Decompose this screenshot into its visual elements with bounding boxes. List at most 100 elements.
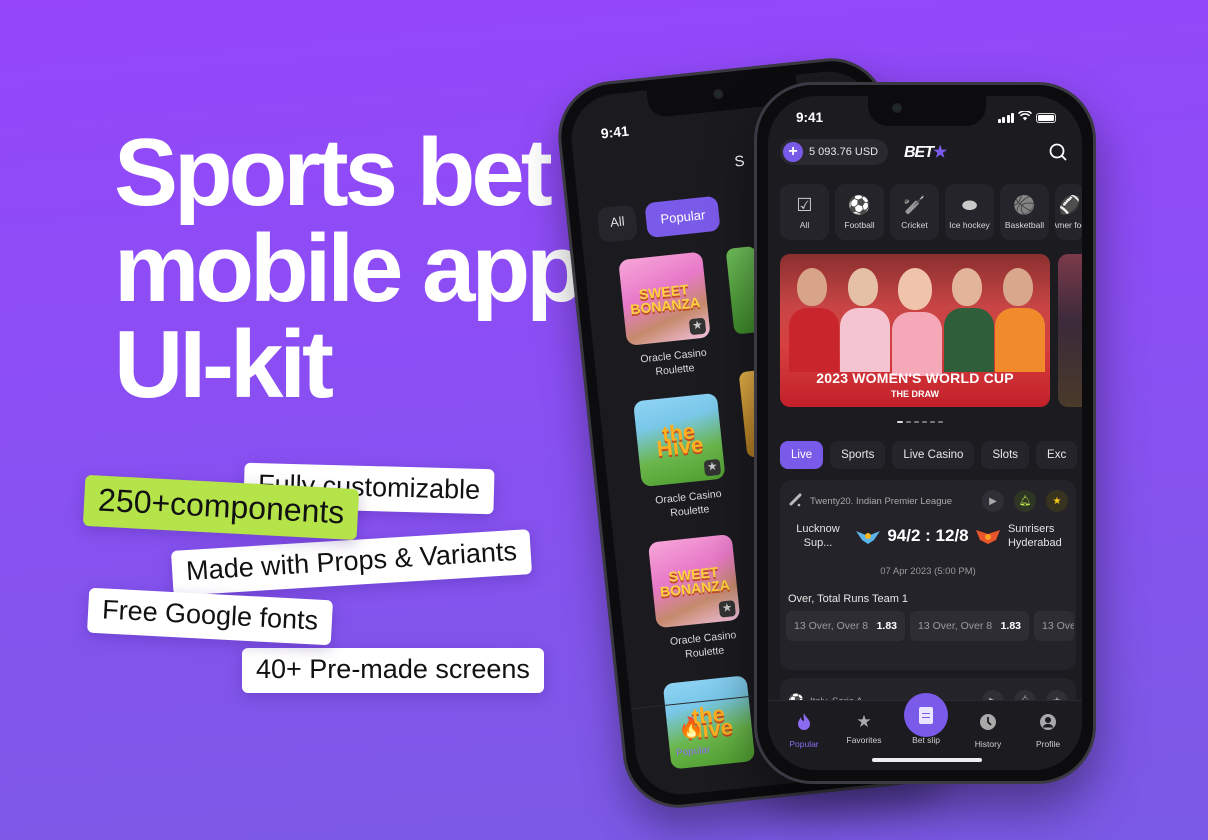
balance-amount: 5 093.76 USD xyxy=(809,146,879,158)
star-icon: ★ xyxy=(856,712,872,731)
tab-bet-slip[interactable]: . Bet slip xyxy=(896,693,956,745)
football-icon: ⚽ xyxy=(848,194,871,215)
game-label: Oracle Casino Roulette xyxy=(643,486,735,523)
sport-label: Football xyxy=(844,219,875,230)
receipt-icon xyxy=(919,706,933,724)
away-team: Sunrisers Hyderabad xyxy=(1008,522,1068,550)
carousel-dot-active[interactable] xyxy=(897,421,903,423)
game-label: Oracle Casino Roulette xyxy=(658,627,750,664)
play-button[interactable]: ▶ xyxy=(982,490,1004,512)
home-indicator[interactable] xyxy=(872,758,982,762)
game-thumb-text: the Hive xyxy=(655,418,705,462)
balance-pill[interactable]: + 5 093.76 USD xyxy=(780,139,889,165)
sport-label: Basketball xyxy=(1004,219,1045,230)
screen-title: S xyxy=(733,152,746,171)
tab-label: Profile xyxy=(1035,739,1061,749)
basketball-icon: 🏀 xyxy=(1013,194,1036,215)
tab-exclusive[interactable]: Exc xyxy=(1036,441,1078,469)
sport-label: Amer foot xyxy=(1055,219,1082,230)
carousel-dot[interactable] xyxy=(930,421,935,423)
odd-value: 1.83 xyxy=(1000,620,1021,632)
match-header: Twenty20. Indian Premier League ▶ 🔔︎ ★ xyxy=(788,490,1068,512)
market-title: Over, Total Runs Team 1 xyxy=(788,593,909,605)
status-time: 9:41 xyxy=(796,110,824,125)
match-score: 94/2 : 12/8 xyxy=(887,526,969,545)
tab-label: Popular xyxy=(789,739,819,749)
tab-profile[interactable]: Profile xyxy=(1018,713,1078,749)
odd-button[interactable]: 13 Ove xyxy=(1034,611,1074,641)
odd-button[interactable]: 13 Over, Over 8 1.83 xyxy=(910,611,1029,641)
tab-slots[interactable]: Slots xyxy=(981,441,1030,469)
search-icon[interactable] xyxy=(1048,142,1068,162)
sport-ice-hockey[interactable]: ⬬ Ice hockey xyxy=(945,184,994,240)
status-time: 9:41 xyxy=(600,122,630,142)
star-icon[interactable]: ★ xyxy=(688,317,707,336)
bottom-tab-bar: Popular ★ Favorites . Bet slip History xyxy=(768,693,1082,770)
filter-chip-all[interactable]: All xyxy=(596,204,639,244)
sport-american-football[interactable]: 🏈 Amer foot xyxy=(1055,184,1082,240)
signal-icon xyxy=(997,112,1014,123)
front-phone-mockup: 9:41 + 5 093.76 USD BET★ ☑ All ⚽ Football xyxy=(754,82,1096,784)
away-team-logo xyxy=(976,528,1001,544)
filter-chip-popular[interactable]: Popular xyxy=(644,195,721,239)
clock-icon xyxy=(958,713,1018,735)
logo-star-icon: ★ xyxy=(933,144,947,161)
tab-popular[interactable]: Popular xyxy=(774,713,834,749)
carousel-dot[interactable] xyxy=(922,421,927,423)
tab-live-casino[interactable]: Live Casino xyxy=(892,441,975,469)
feature-tag-screens: 40+ Pre-made screens xyxy=(242,648,544,693)
player-figure xyxy=(891,260,942,376)
hero-title-line-3: UI-kit xyxy=(114,311,334,418)
carousel-dot[interactable] xyxy=(938,421,943,423)
hero-title: Sports bet mobile app UI-kit xyxy=(114,125,585,418)
checklist-icon: ☑ xyxy=(796,194,813,215)
star-icon[interactable]: ★ xyxy=(1046,490,1068,512)
filter-chips: All Popular xyxy=(596,195,721,244)
camera-icon xyxy=(712,88,724,100)
feature-tag-google-fonts: Free Google fonts xyxy=(86,587,334,646)
promo-banner-next[interactable] xyxy=(1058,254,1082,407)
player-figure xyxy=(943,260,994,372)
bet-logo: BET★ xyxy=(904,142,947,162)
star-icon[interactable]: ★ xyxy=(703,458,722,477)
sport-basketball[interactable]: 🏀 Basketball xyxy=(1000,184,1049,240)
sport-football[interactable]: ⚽ Football xyxy=(835,184,884,240)
home-team-logo xyxy=(855,528,880,544)
promo-banner[interactable]: 2023 WOMEN'S WORLD CUP THE DRAW xyxy=(780,254,1050,407)
carousel-dot[interactable] xyxy=(906,421,911,423)
banner-title: 2023 WOMEN'S WORLD CUP xyxy=(816,370,1014,386)
tab-sports[interactable]: Sports xyxy=(830,441,886,469)
add-funds-button[interactable]: + xyxy=(783,142,803,162)
hero-title-line-2: mobile app xyxy=(114,215,585,322)
front-phone-screen: 9:41 + 5 093.76 USD BET★ ☑ All ⚽ Football xyxy=(768,96,1082,770)
star-icon[interactable]: ★ xyxy=(718,600,737,618)
odd-label: 13 Over, Over 8 xyxy=(794,620,869,632)
app-header: + 5 093.76 USD BET★ xyxy=(780,138,1068,166)
nav-popular[interactable]: 🔥 Popular xyxy=(672,714,710,759)
game-thumbnail: SWEET BONANZA ★ xyxy=(647,534,741,629)
tab-history[interactable]: History xyxy=(958,713,1018,749)
game-card[interactable]: the Hive ★ Oracle Casino Roulette xyxy=(633,392,735,523)
category-tabs: Live Sports Live Casino Slots Exc xyxy=(780,441,1078,469)
sport-label: Ice hockey xyxy=(949,219,990,230)
bet-slip-button[interactable] xyxy=(904,693,948,737)
banner-image xyxy=(780,260,1050,376)
team-name-line: Sup... xyxy=(803,537,833,549)
game-card[interactable]: SWEET BONANZA ★ Oracle Casino Roulette xyxy=(618,251,720,382)
status-bar: 9:41 xyxy=(796,110,1056,125)
tab-live[interactable]: Live xyxy=(780,441,824,469)
player-figure xyxy=(995,260,1046,372)
game-thumb-text: SWEET BONANZA xyxy=(629,281,701,318)
player-figure xyxy=(840,260,891,372)
sport-all[interactable]: ☑ All xyxy=(780,184,829,240)
carousel-dots[interactable] xyxy=(897,421,943,423)
sport-cricket[interactable]: 🏏 Cricket xyxy=(890,184,939,240)
match-card[interactable]: Twenty20. Indian Premier League ▶ 🔔︎ ★ L… xyxy=(780,480,1076,670)
odd-button[interactable]: 13 Over, Over 8 1.83 xyxy=(786,611,905,641)
game-card[interactable]: SWEET BONANZA ★ Oracle Casino Roulette xyxy=(647,533,750,664)
hockey-puck-icon: ⬬ xyxy=(961,194,978,215)
bell-icon[interactable]: 🔔︎ xyxy=(1014,490,1036,512)
match-teams: Lucknow Sup... 94/2 : 12/8 Sunrisers Hyd… xyxy=(788,522,1068,550)
tab-favorites[interactable]: ★ Favorites xyxy=(834,712,894,746)
carousel-dot[interactable] xyxy=(914,421,919,423)
